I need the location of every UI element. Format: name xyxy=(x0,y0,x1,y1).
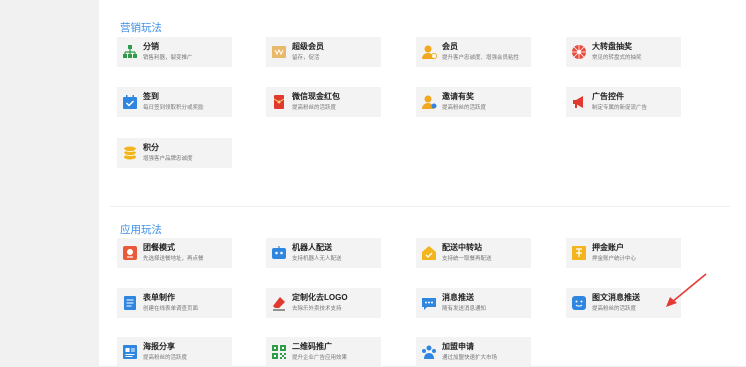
invite-icon xyxy=(421,94,437,110)
card-title: 配送中转站 xyxy=(442,243,482,252)
card-title: 分销 xyxy=(143,42,159,51)
section-title-marketing: 营销玩法 xyxy=(120,22,162,34)
card-member[interactable]: 会员提升客户忠诚度、增强会员粘性 xyxy=(416,37,531,67)
card-vip-card[interactable]: 超级会员留存，促活 xyxy=(266,37,381,67)
message-icon xyxy=(421,295,437,311)
member-icon xyxy=(421,44,437,60)
coins-icon xyxy=(122,145,138,161)
card-title: 表单制作 xyxy=(143,293,175,302)
card-description: 每日签到领取积分或奖励 xyxy=(143,105,204,111)
card-deposit[interactable]: 押金账户押金账户统计中心 xyxy=(566,238,681,268)
card-org-chart[interactable]: 分销销售利器，裂变推广 xyxy=(117,37,232,67)
card-description: 制定专属的新促流广告 xyxy=(592,105,648,111)
card-title: 定制化去LOGO xyxy=(292,293,348,302)
card-title: 海报分享 xyxy=(143,342,175,351)
qrcode-icon xyxy=(271,344,287,360)
card-description: 常见的转盘式的抽奖 xyxy=(592,55,642,61)
card-description: 销售利器，裂变推广 xyxy=(143,55,193,61)
card-qrcode[interactable]: 二维码推广提升企业广告应用效果 xyxy=(266,337,381,367)
section-divider xyxy=(110,206,730,207)
home-station-icon xyxy=(421,245,437,261)
card-title: 二维码推广 xyxy=(292,342,332,351)
card-description: 随有发送消息通知 xyxy=(442,306,487,312)
card-title: 机器人配送 xyxy=(292,243,332,252)
card-calendar-check[interactable]: 签到每日签到领取积分或奖励 xyxy=(117,87,232,117)
annotation-arrow xyxy=(666,273,707,307)
smile-chat-icon xyxy=(571,295,587,311)
org-chart-icon xyxy=(122,44,138,60)
card-title: 广告控件 xyxy=(592,92,624,101)
card-description: 通过加盟快速扩大市场 xyxy=(442,355,498,361)
card-robot[interactable]: 机器人配送支持机器人无人配送 xyxy=(266,238,381,268)
card-description: 支持统一取餐再配送 xyxy=(442,256,492,262)
card-description: 押金账户统计中心 xyxy=(592,256,637,262)
calendar-check-icon xyxy=(122,94,138,110)
card-title: 团餐模式 xyxy=(143,243,175,252)
card-invite[interactable]: 邀请有奖提高粉丝的活跃度 xyxy=(416,87,531,117)
card-join[interactable]: 加盟申请通过加盟快速扩大市场 xyxy=(416,337,531,367)
card-title: 大转盘抽奖 xyxy=(592,42,632,51)
card-description: 提升客户忠诚度、增强会员粘性 xyxy=(442,55,520,61)
location-icon xyxy=(122,245,138,261)
card-description: 提高粉丝的活跃度 xyxy=(292,105,337,111)
card-description: 提升企业广告应用效果 xyxy=(292,355,348,361)
card-description: 创建在线表单调查页面 xyxy=(143,306,199,312)
card-description: 支持机器人无人配送 xyxy=(292,256,342,262)
section-title-apps: 应用玩法 xyxy=(120,224,162,236)
card-form[interactable]: 表单制作创建在线表单调查页面 xyxy=(117,288,232,318)
card-coins[interactable]: 积分增强客户品牌忠诚度 xyxy=(117,138,232,168)
card-description: 去除乐外卖技术支持 xyxy=(292,306,342,312)
card-title: 消息推送 xyxy=(442,293,474,302)
card-title: 加盟申请 xyxy=(442,342,474,351)
card-title: 会员 xyxy=(442,42,458,51)
eraser-icon xyxy=(271,295,287,311)
card-description: 提高粉丝的活跃度 xyxy=(442,105,487,111)
card-title: 积分 xyxy=(143,143,159,152)
poster-icon xyxy=(122,344,138,360)
card-wheel[interactable]: 大转盘抽奖常见的转盘式的抽奖 xyxy=(566,37,681,67)
card-megaphone[interactable]: 广告控件制定专属的新促流广告 xyxy=(566,87,681,117)
card-title: 超级会员 xyxy=(292,42,324,51)
card-title: 押金账户 xyxy=(592,243,624,252)
card-description: 先选择送餐地址，再点餐 xyxy=(143,256,204,262)
red-packet-icon xyxy=(271,94,287,110)
card-title: 微信现金红包 xyxy=(292,92,340,101)
card-description: 提高粉丝的活跃度 xyxy=(592,306,637,312)
card-location[interactable]: 团餐模式先选择送餐地址，再点餐 xyxy=(117,238,232,268)
card-poster[interactable]: 海报分享提高粉丝的活跃度 xyxy=(117,337,232,367)
join-icon xyxy=(421,344,437,360)
card-description: 增强客户品牌忠诚度 xyxy=(143,156,193,162)
vip-card-icon xyxy=(271,44,287,60)
card-title: 图文消息推送 xyxy=(592,293,640,302)
card-title: 签到 xyxy=(143,92,159,101)
robot-icon xyxy=(271,245,287,261)
card-description: 留存，促活 xyxy=(292,55,320,61)
card-title: 邀请有奖 xyxy=(442,92,474,101)
card-eraser[interactable]: 定制化去LOGO 去除乐外卖技术支持 xyxy=(266,288,381,318)
megaphone-icon xyxy=(571,94,587,110)
card-message[interactable]: 消息推送随有发送消息通知 xyxy=(416,288,531,318)
form-icon xyxy=(122,295,138,311)
deposit-icon xyxy=(571,245,587,261)
card-description: 提高粉丝的活跃度 xyxy=(143,355,188,361)
wheel-icon xyxy=(571,44,587,60)
card-red-packet[interactable]: 微信现金红包 提高粉丝的活跃度 xyxy=(266,87,381,117)
card-home-station[interactable]: 配送中转站支持统一取餐再配送 xyxy=(416,238,531,268)
